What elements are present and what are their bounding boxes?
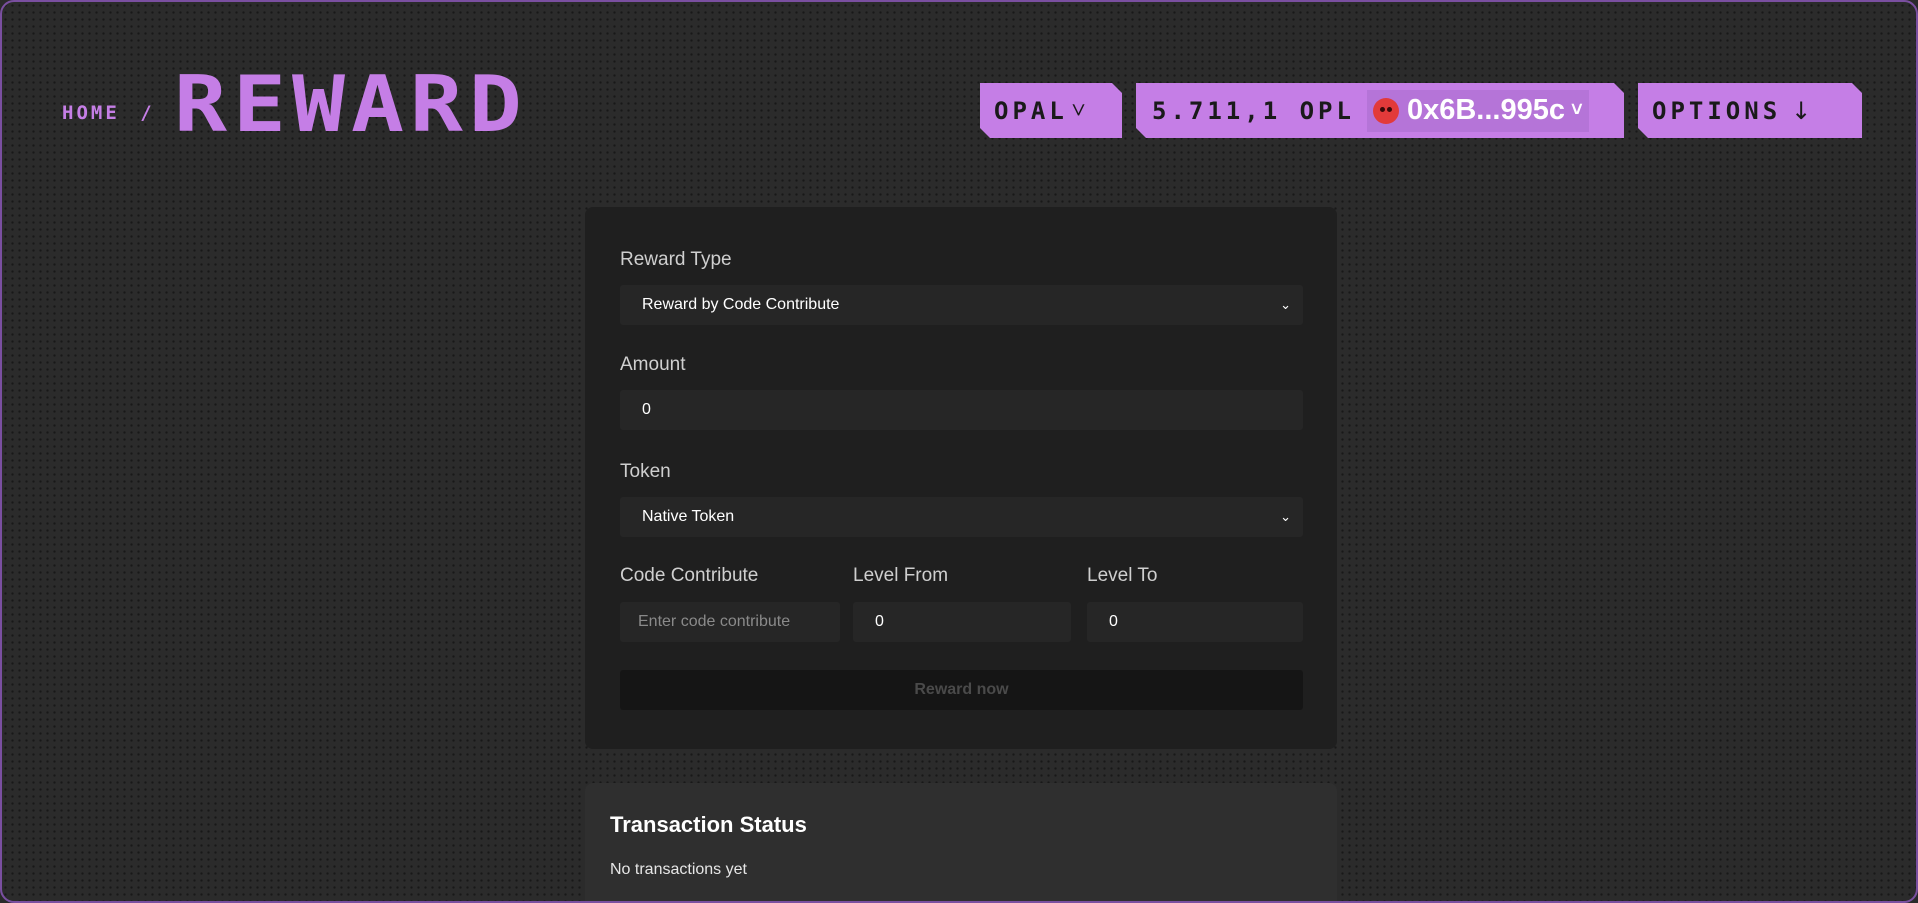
app-frame: HOME / REWARD OPAL ˅ 5.711,1 OPL 0x6B...… — [0, 0, 1918, 903]
reward-type-value: Reward by Code Contribute — [642, 296, 840, 313]
amount-label: Amount — [620, 354, 686, 375]
amount-input[interactable]: 0 — [620, 390, 1303, 430]
avatar-icon — [1373, 98, 1399, 124]
level-from-value: 0 — [875, 613, 884, 630]
reward-type-label: Reward Type — [620, 249, 732, 270]
network-selector-button[interactable]: OPAL ˅ — [980, 83, 1122, 138]
token-value: Native Token — [642, 508, 735, 525]
chevron-down-icon: ⌄ — [1280, 297, 1291, 312]
breadcrumb: HOME / — [62, 102, 155, 124]
breadcrumb-home-link[interactable]: HOME — [62, 102, 120, 124]
code-contribute-placeholder: Enter code contribute — [638, 613, 791, 630]
level-from-label: Level From — [853, 565, 949, 586]
code-contribute-input[interactable]: Enter code contribute — [620, 602, 840, 642]
page-title: REWARD — [174, 58, 528, 150]
amount-value: 0 — [642, 401, 651, 418]
level-from-input[interactable]: 0 — [853, 602, 1071, 642]
transaction-status-title: Transaction Status — [610, 812, 807, 837]
token-label: Token — [620, 461, 671, 482]
transaction-status-card: Transaction Status No transactions yet — [585, 783, 1337, 901]
reward-now-button[interactable]: Reward now — [620, 670, 1303, 710]
transaction-empty-text: No transactions yet — [610, 861, 747, 878]
wallet-balance: 5.711,1 OPL — [1152, 96, 1355, 125]
code-contribute-label: Code Contribute — [620, 565, 759, 586]
options-label: OPTIONS — [1652, 96, 1782, 125]
level-to-input[interactable]: 0 — [1087, 602, 1303, 642]
reward-type-select[interactable]: Reward by Code Contribute ⌄ — [620, 285, 1303, 325]
token-select[interactable]: Native Token ⌄ — [620, 497, 1303, 537]
account-address: 0x6B...995c — [1406, 94, 1565, 126]
chevron-down-icon: ˅ — [1071, 96, 1090, 124]
chevron-down-icon: ⌄ — [1280, 509, 1291, 524]
level-to-label: Level To — [1087, 565, 1158, 586]
network-label: OPAL — [994, 96, 1068, 125]
wallet-button[interactable]: 5.711,1 OPL 0x6B...995c ˅ — [1136, 83, 1624, 138]
level-to-value: 0 — [1109, 613, 1118, 630]
account-address-button[interactable]: 0x6B...995c ˅ — [1367, 90, 1589, 132]
options-button[interactable]: OPTIONS ↓ — [1638, 83, 1862, 138]
breadcrumb-separator: / — [140, 102, 155, 124]
reward-form-card: Reward Type Reward by Code Contribute ⌄ … — [585, 207, 1337, 749]
chevron-down-icon: ˅ — [1570, 99, 1583, 121]
arrow-down-icon: ↓ — [1791, 96, 1816, 125]
